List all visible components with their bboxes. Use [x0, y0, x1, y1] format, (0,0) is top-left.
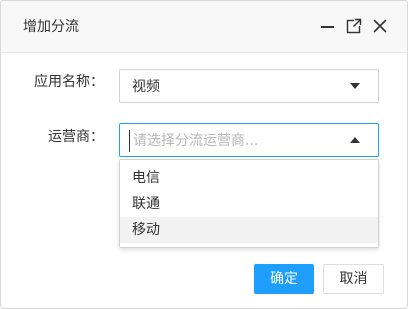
close-icon[interactable] [372, 18, 388, 34]
operator-dropdown: 电信 联通 移动 [119, 159, 379, 248]
operator-search-input[interactable] [129, 130, 339, 152]
app-name-select[interactable]: 视频 [119, 69, 379, 103]
operator-option-unicom[interactable]: 联通 [120, 191, 378, 217]
operator-option-mobile[interactable]: 移动 [120, 217, 378, 243]
chevron-down-icon [350, 83, 360, 89]
app-name-label: 应用名称： [34, 74, 104, 90]
chevron-up-icon [350, 137, 360, 143]
operator-select[interactable] [119, 123, 379, 157]
cancel-button[interactable]: 取消 [323, 264, 384, 294]
operator-label: 运营商： [48, 129, 104, 145]
confirm-button[interactable]: 确定 [254, 264, 314, 294]
dialog-titlebar[interactable]: 增加分流 [1, 1, 407, 53]
minimize-icon[interactable] [320, 18, 336, 34]
operator-option-telecom[interactable]: 电信 [120, 165, 378, 191]
dialog-title: 增加分流 [23, 19, 79, 35]
app-name-value: 视频 [132, 79, 160, 95]
maximize-icon[interactable] [346, 18, 362, 34]
add-split-dialog: 增加分流 应用名称： 视频 运营商： 请选择分流运营商... 电信 联通 移动 … [0, 0, 408, 309]
